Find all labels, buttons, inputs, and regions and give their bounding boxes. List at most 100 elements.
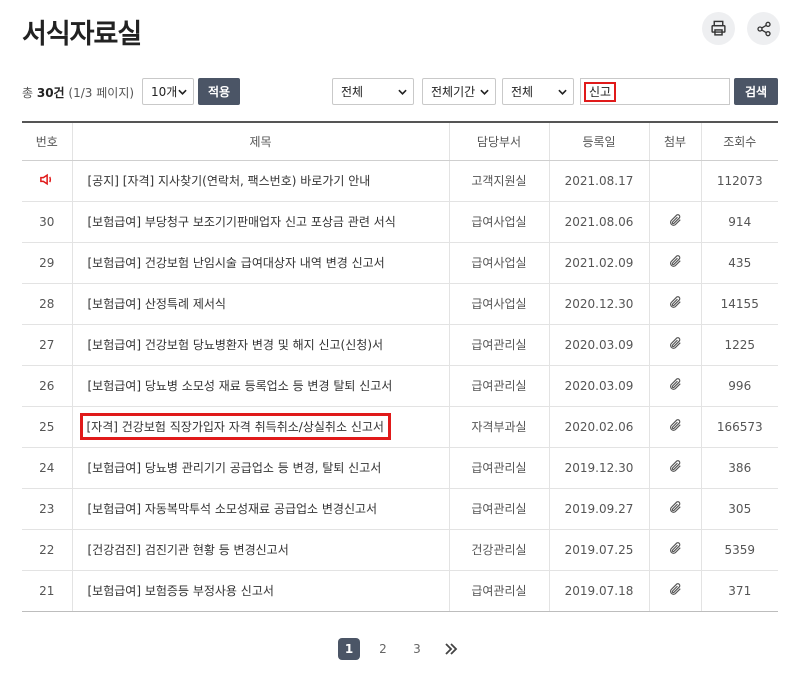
- table-row[interactable]: 27 [보험급여] 건강보험 당뇨병환자 변경 및 해지 신고(신청)서 급여관리실…: [22, 324, 778, 366]
- page-3-button[interactable]: 3: [406, 638, 428, 660]
- row-attach[interactable]: [648, 242, 701, 284]
- table-row[interactable]: 30 [보험급여] 부당청구 보조기기판매업자 신고 포상금 관련 서식 급여사업실…: [22, 201, 778, 243]
- row-no: 30: [22, 201, 72, 243]
- row-title: [보험급여] 부당청구 보조기기판매업자 신고 포상금 관련 서식: [71, 201, 449, 243]
- header-date: 등록일: [548, 122, 649, 161]
- paperclip-icon: [670, 255, 681, 267]
- header-no: 번호: [22, 122, 72, 161]
- row-title: [보험급여] 당뇨병 소모성 재료 등록업소 등 변경 탈퇴 신고서: [71, 365, 449, 407]
- row-views: 371: [700, 570, 778, 612]
- row-title-link[interactable]: [보험급여] 자동복막투석 소모성재료 공급업소 변경신고서: [88, 502, 378, 516]
- row-date: 2021.02.09: [548, 242, 649, 284]
- row-views: 5359: [700, 529, 778, 571]
- row-attach[interactable]: [648, 201, 701, 243]
- row-date: 2019.12.30: [548, 447, 649, 489]
- search-field-value: 전체: [511, 85, 534, 99]
- paperclip-icon: [670, 337, 681, 349]
- share-button[interactable]: [747, 12, 780, 45]
- row-title-link[interactable]: [보험급여] 당뇨병 관리기기 공급업소 등 변경, 탈퇴 신고서: [88, 461, 382, 475]
- row-attach[interactable]: [648, 365, 701, 407]
- table-row[interactable]: 23 [보험급여] 자동복막투석 소모성재료 공급업소 변경신고서 급여관리실 201…: [22, 488, 778, 530]
- row-views: 435: [700, 242, 778, 284]
- row-attach[interactable]: [648, 406, 701, 448]
- page-2-button[interactable]: 2: [372, 638, 394, 660]
- row-title-link[interactable]: [보험급여] 당뇨병 소모성 재료 등록업소 등 변경 탈퇴 신고서: [88, 379, 393, 393]
- row-attach: [648, 160, 701, 202]
- row-title-link[interactable]: [건강검진] 검진기관 현황 등 변경신고서: [88, 543, 289, 557]
- row-date: 2021.08.06: [548, 201, 649, 243]
- table-row[interactable]: 28 [보험급여] 산정특례 제서식 급여사업실 2020.12.30 14155: [22, 283, 778, 325]
- table-row[interactable]: 29 [보험급여] 건강보험 난임시술 급여대상자 내역 변경 신고서 급여사업실 2…: [22, 242, 778, 284]
- row-attach[interactable]: [648, 570, 701, 612]
- list-toolbar: 총 30건 (1/3 페이지) 10개 적용 전체 전체기간 전체 신고 검색: [22, 78, 778, 106]
- apply-button[interactable]: 적용: [198, 78, 240, 105]
- table-row[interactable]: 24 [보험급여] 당뇨병 관리기기 공급업소 등 변경, 탈퇴 신고서 급여관리실…: [22, 447, 778, 489]
- row-no: 29: [22, 242, 72, 284]
- search-input-value: 신고: [584, 82, 617, 102]
- row-dept: 급여관리실: [448, 570, 549, 612]
- row-attach[interactable]: [648, 283, 701, 325]
- row-title: [보험급여] 자동복막투석 소모성재료 공급업소 변경신고서: [71, 488, 449, 530]
- row-views: 386: [700, 447, 778, 489]
- row-dept: 급여관리실: [448, 324, 549, 366]
- row-views: 305: [700, 488, 778, 530]
- row-title: [보험급여] 산정특례 제서식: [71, 283, 449, 325]
- category-select[interactable]: 전체: [332, 78, 414, 105]
- table-row[interactable]: [공지] [자격] 지사찾기(연락처, 팩스번호) 바로가기 안내 고객지원실 20…: [22, 160, 778, 202]
- header-views: 조회수: [700, 122, 778, 161]
- row-views: 14155: [700, 283, 778, 325]
- row-dept: 고객지원실: [448, 160, 549, 202]
- row-title: [보험급여] 건강보험 당뇨병환자 변경 및 해지 신고(신청)서: [71, 324, 449, 366]
- row-views: 914: [700, 201, 778, 243]
- last-page-button[interactable]: [440, 643, 462, 655]
- row-date: 2019.07.18: [548, 570, 649, 612]
- row-title-link[interactable]: [보험급여] 보험증등 부정사용 신고서: [88, 584, 274, 598]
- row-title: [공지] [자격] 지사찾기(연락처, 팩스번호) 바로가기 안내: [71, 160, 449, 202]
- row-no: 26: [22, 365, 72, 407]
- row-no: 22: [22, 529, 72, 571]
- per-page-select[interactable]: 10개: [142, 78, 194, 105]
- share-icon: [756, 21, 771, 36]
- search-button[interactable]: 검색: [734, 78, 778, 105]
- table-row[interactable]: 26 [보험급여] 당뇨병 소모성 재료 등록업소 등 변경 탈퇴 신고서 급여관리…: [22, 365, 778, 407]
- row-dept: 급여관리실: [448, 447, 549, 489]
- paperclip-icon: [670, 378, 681, 390]
- paperclip-icon: [670, 583, 681, 595]
- search-input[interactable]: 신고: [580, 78, 730, 105]
- row-title: [건강검진] 검진기관 현황 등 변경신고서: [71, 529, 449, 571]
- print-button[interactable]: [702, 12, 735, 45]
- table-row[interactable]: 22 [건강검진] 검진기관 현황 등 변경신고서 건강관리실 2019.07.25 5…: [22, 529, 778, 571]
- row-date: 2019.07.25: [548, 529, 649, 571]
- row-title-link[interactable]: [보험급여] 건강보험 난임시술 급여대상자 내역 변경 신고서: [88, 256, 385, 270]
- row-attach[interactable]: [648, 488, 701, 530]
- row-date: 2020.02.06: [548, 406, 649, 448]
- table-row[interactable]: 21 [보험급여] 보험증등 부정사용 신고서 급여관리실 2019.07.18 371: [22, 570, 778, 612]
- header-attach: 첨부: [648, 122, 701, 161]
- row-date: 2019.09.27: [548, 488, 649, 530]
- row-no: 21: [22, 570, 72, 612]
- row-title-link[interactable]: [공지] [자격] 지사찾기(연락처, 팩스번호) 바로가기 안내: [88, 174, 371, 188]
- chevron-down-icon: [398, 89, 407, 95]
- chevron-down-icon: [480, 89, 489, 95]
- row-attach[interactable]: [648, 529, 701, 571]
- row-attach[interactable]: [648, 324, 701, 366]
- category-value: 전체: [341, 85, 364, 99]
- row-no: 28: [22, 283, 72, 325]
- row-date: 2020.03.09: [548, 365, 649, 407]
- total-pages: (1/3 페이지): [64, 86, 135, 100]
- row-title-link[interactable]: [보험급여] 부당청구 보조기기판매업자 신고 포상금 관련 서식: [88, 215, 396, 229]
- row-title-link[interactable]: [자격] 건강보험 직장가입자 자격 취득취소/상실취소 신고서: [87, 420, 384, 434]
- row-date: 2020.03.09: [548, 324, 649, 366]
- row-title-link[interactable]: [보험급여] 건강보험 당뇨병환자 변경 및 해지 신고(신청)서: [88, 338, 384, 352]
- row-title: [보험급여] 건강보험 난임시술 급여대상자 내역 변경 신고서: [71, 242, 449, 284]
- period-select[interactable]: 전체기간: [422, 78, 496, 105]
- search-field-select[interactable]: 전체: [502, 78, 574, 105]
- row-title-link[interactable]: [보험급여] 산정특례 제서식: [88, 297, 226, 311]
- row-attach[interactable]: [648, 447, 701, 489]
- page-1-button[interactable]: 1: [338, 638, 360, 660]
- highlight-box: [자격] 건강보험 직장가입자 자격 취득취소/상실취소 신고서: [79, 413, 391, 440]
- paperclip-icon: [670, 419, 681, 431]
- row-no: 23: [22, 488, 72, 530]
- header-title: 제목: [71, 122, 449, 161]
- table-row[interactable]: 25 [자격] 건강보험 직장가입자 자격 취득취소/상실취소 신고서 자격부과실 2…: [22, 406, 778, 448]
